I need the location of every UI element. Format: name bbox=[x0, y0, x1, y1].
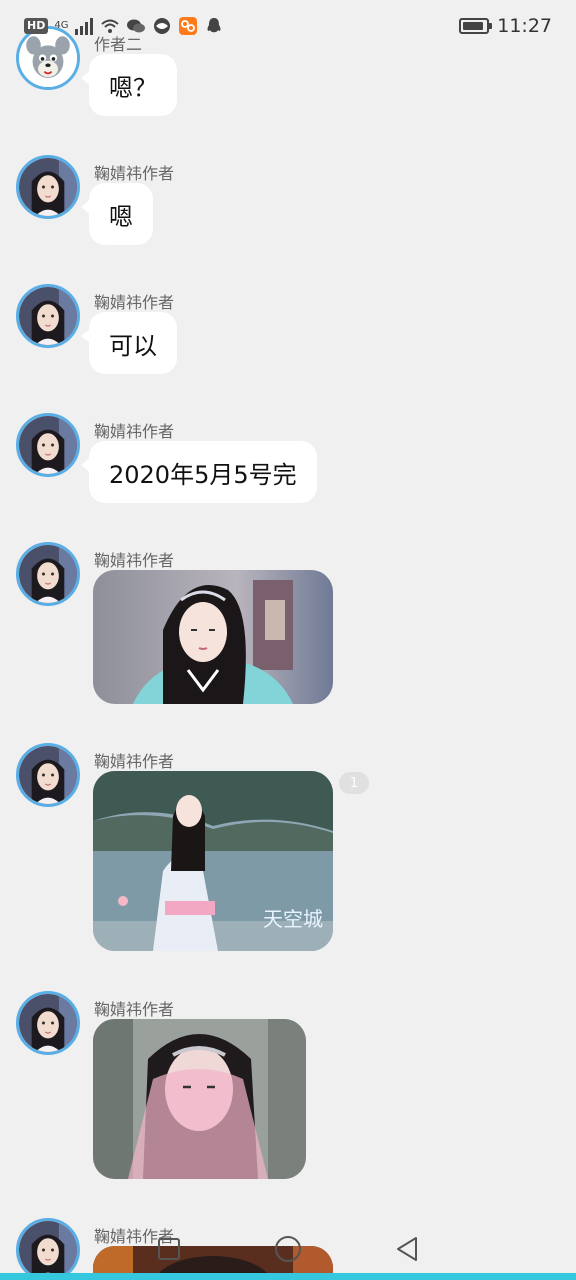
photo-caption: 天空城 bbox=[263, 907, 323, 931]
sender-name: 鞠婧祎作者 bbox=[94, 752, 175, 771]
signal-icon bbox=[74, 16, 94, 36]
message-bubble[interactable]: 可以 bbox=[81, 312, 177, 374]
qq-icon bbox=[204, 16, 224, 36]
message-bubble[interactable]: 嗯 bbox=[81, 183, 153, 245]
message-text: 2020年5月5号完 bbox=[109, 460, 297, 489]
message-bubble[interactable]: 嗯？ bbox=[81, 54, 177, 116]
woman-avatar[interactable] bbox=[16, 284, 80, 348]
browser-icon bbox=[152, 16, 172, 36]
bottom-accent-bar bbox=[0, 1273, 576, 1280]
woman-in-teal-hanfu-photo[interactable] bbox=[93, 570, 333, 704]
woman-avatar[interactable] bbox=[16, 991, 80, 1055]
message-text: 嗯 bbox=[109, 202, 133, 231]
recent-apps-icon bbox=[158, 1238, 181, 1260]
sender-name: 鞠婧祎作者 bbox=[94, 164, 175, 183]
network-type: 4G bbox=[54, 20, 69, 31]
battery-icon bbox=[459, 18, 493, 34]
sender-name: 鞠婧祎作者 bbox=[94, 551, 175, 570]
clock: 11:27 bbox=[497, 15, 552, 37]
woman-avatar[interactable] bbox=[16, 155, 80, 219]
recent-apps-button[interactable] bbox=[154, 1234, 184, 1264]
home-button[interactable] bbox=[273, 1234, 303, 1264]
woman-avatar[interactable] bbox=[16, 542, 80, 606]
back-button[interactable] bbox=[392, 1234, 422, 1264]
sender-name: 鞠婧祎作者 bbox=[94, 422, 175, 441]
system-nav-bar bbox=[0, 1218, 576, 1280]
wechat-icon bbox=[126, 16, 146, 36]
battery-fill bbox=[463, 22, 484, 30]
sender-name: 鞠婧祎作者 bbox=[94, 1000, 175, 1019]
back-icon bbox=[396, 1237, 417, 1261]
message-text: 可以 bbox=[109, 331, 157, 360]
wifi-icon bbox=[100, 16, 120, 36]
app-icon bbox=[178, 16, 198, 36]
woman-avatar[interactable] bbox=[16, 413, 80, 477]
woman-with-pink-veil-photo[interactable] bbox=[93, 1019, 306, 1179]
home-icon bbox=[274, 1236, 301, 1262]
hd-badge: HD bbox=[24, 18, 49, 34]
woman-avatar[interactable] bbox=[16, 743, 80, 807]
message-text: 嗯？ bbox=[109, 73, 157, 102]
woman-by-lake-photo[interactable]: 天空城 bbox=[93, 771, 333, 951]
unread-count-badge: 1 bbox=[339, 772, 369, 794]
status-bar: HD 4G 11:27 bbox=[0, 0, 576, 52]
sender-name: 鞠婧祎作者 bbox=[94, 293, 175, 312]
message-bubble[interactable]: 2020年5月5号完 bbox=[81, 441, 317, 503]
